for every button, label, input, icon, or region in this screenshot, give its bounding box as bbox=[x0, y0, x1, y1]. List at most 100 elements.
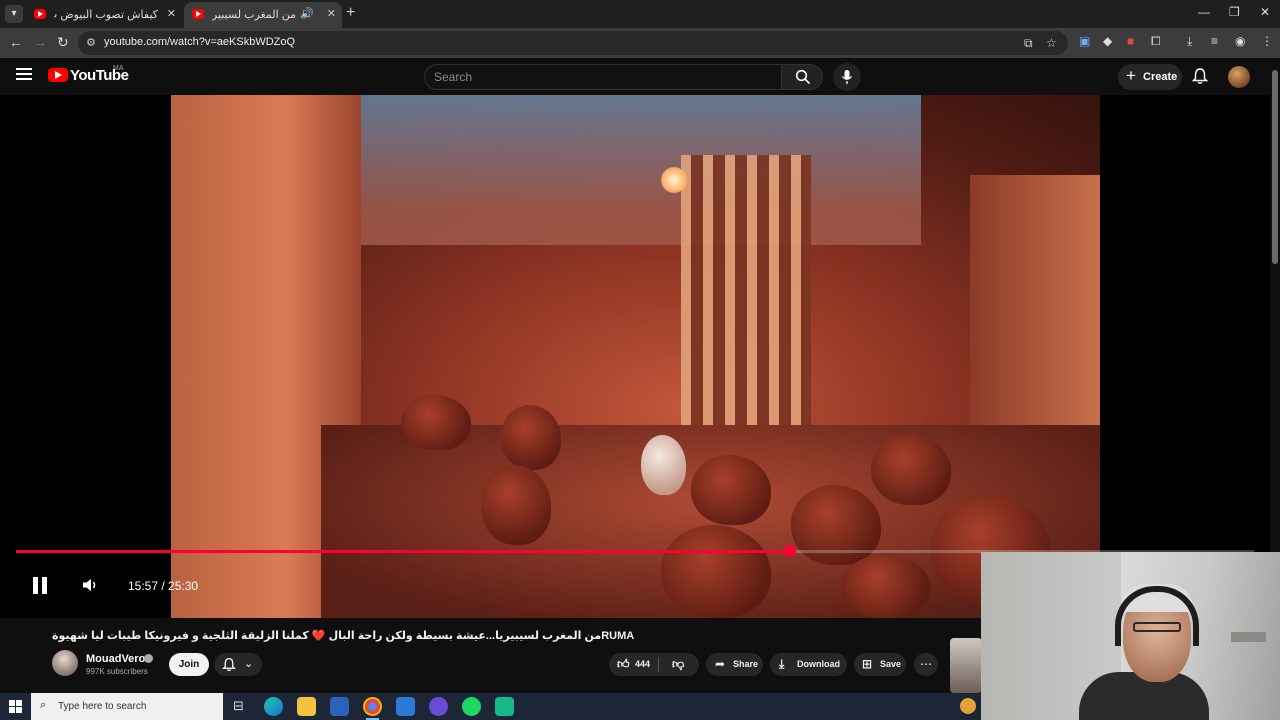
youtube-favicon-icon bbox=[192, 9, 204, 19]
download-label: Download bbox=[797, 659, 840, 669]
save-label: Save bbox=[880, 659, 902, 669]
voice-search-button[interactable] bbox=[833, 63, 861, 91]
thumbs-down-icon: 👎︎ bbox=[672, 657, 685, 671]
tray-weather-icon[interactable] bbox=[960, 698, 976, 714]
save-button[interactable]: ⊞ Save bbox=[854, 653, 906, 676]
close-tab-icon[interactable]: ✕ bbox=[327, 7, 336, 20]
region-code: MA bbox=[113, 65, 124, 72]
more-actions-button[interactable]: ⋯ bbox=[914, 653, 938, 676]
file-explorer-icon[interactable] bbox=[297, 697, 316, 716]
microphone-icon bbox=[841, 70, 853, 84]
notifications-bell-icon[interactable] bbox=[1192, 67, 1208, 85]
channel-avatar[interactable] bbox=[52, 650, 78, 676]
chevron-down-icon: ⌄ bbox=[244, 658, 254, 670]
search-button[interactable] bbox=[781, 64, 823, 90]
video-title: من المغرب لسيبيريا...عيشة بسيطة ولكن راح… bbox=[52, 629, 634, 642]
share-label: Share bbox=[733, 659, 759, 669]
mail-icon[interactable] bbox=[396, 697, 415, 716]
subscribed-bell-icon bbox=[222, 658, 236, 672]
progress-played bbox=[16, 550, 790, 553]
verified-badge-icon bbox=[144, 654, 153, 663]
taskbar-search-placeholder: Type here to search bbox=[58, 701, 147, 712]
guide-menu-icon[interactable] bbox=[16, 68, 32, 80]
minimize-icon[interactable]: — bbox=[1198, 5, 1210, 19]
url-text[interactable]: youtube.com/watch?v=aeKSkbWDZoQ bbox=[104, 36, 295, 48]
profile-icon[interactable]: ◉ bbox=[1235, 34, 1245, 48]
reload-icon[interactable]: ↻ bbox=[57, 34, 69, 51]
tab-audio-icon[interactable]: 🔊 bbox=[300, 7, 314, 20]
webcam-overlay bbox=[981, 552, 1280, 720]
browser-tab-2[interactable]: من المغرب لسيبيريا...عيشة بـ 🔊 ✕ bbox=[184, 2, 342, 28]
create-label: Create bbox=[1143, 71, 1178, 83]
edge-icon[interactable] bbox=[264, 697, 283, 716]
search-input[interactable] bbox=[425, 65, 781, 89]
share-arrow-icon: ➦ bbox=[715, 657, 726, 671]
progress-scrubber[interactable] bbox=[784, 545, 796, 557]
back-icon[interactable]: ← bbox=[9, 34, 23, 50]
video-player[interactable]: 15:57 / 25:30 bbox=[0, 95, 1270, 618]
video-title-prefix: RUMA bbox=[601, 630, 635, 642]
store-icon[interactable] bbox=[330, 697, 349, 716]
download-button[interactable]: ⤓ Download bbox=[770, 653, 847, 676]
downloads-icon[interactable]: ⤓ bbox=[1187, 34, 1192, 49]
task-view-icon[interactable]: ⊟ bbox=[233, 698, 244, 714]
related-video-thumbnail[interactable] bbox=[950, 638, 982, 693]
video-title-text: من المغرب لسيبيريا...عيشة بسيطة ولكن راح… bbox=[52, 630, 602, 642]
search-icon: ⌕ bbox=[40, 699, 47, 711]
youtube-play-logo-icon bbox=[48, 68, 68, 82]
spotify-icon[interactable] bbox=[462, 697, 481, 716]
browser-tab-strip: ▾ كيفاش تصوب البيوض ب الاعشاب... ✕ من ال… bbox=[0, 0, 1280, 28]
share-button[interactable]: ➦ Share bbox=[706, 653, 763, 676]
volume-icon[interactable] bbox=[82, 577, 100, 593]
page-scrollbar[interactable] bbox=[1272, 70, 1278, 264]
like-count: 444 bbox=[635, 659, 651, 669]
extension-red-icon[interactable]: ■ bbox=[1127, 34, 1134, 48]
subscriber-count: 997K subscribers bbox=[86, 667, 148, 676]
time-display: 15:57 / 25:30 bbox=[128, 579, 199, 593]
forward-icon[interactable]: → bbox=[33, 34, 47, 50]
video-frame bbox=[171, 95, 1100, 618]
taskbar-search[interactable]: ⌕ Type here to search bbox=[31, 693, 223, 720]
account-avatar[interactable] bbox=[1228, 66, 1250, 88]
restore-icon[interactable]: ❐ bbox=[1229, 5, 1240, 19]
windows-taskbar: ⌕ Type here to search ⊟ bbox=[0, 693, 981, 720]
create-button[interactable]: + Create bbox=[1118, 64, 1182, 90]
browser-toolbar: ← → ↻ ⚙ youtube.com/watch?v=aeKSkbWDZoQ … bbox=[0, 28, 1280, 58]
thumbs-up-icon: 👍︎ bbox=[617, 657, 630, 671]
channel-name[interactable]: MouadVero bbox=[86, 653, 145, 665]
windows-start-icon[interactable] bbox=[9, 700, 22, 713]
site-info-icon[interactable]: ⚙ bbox=[86, 36, 96, 49]
tab-search-chevron-icon[interactable]: ▾ bbox=[5, 5, 23, 23]
save-playlist-icon: ⊞ bbox=[862, 657, 873, 671]
tab-title: كيفاش تصوب البيوض ب الاعشاب... bbox=[54, 9, 158, 21]
youtube-favicon-icon bbox=[34, 9, 46, 19]
search-box[interactable] bbox=[424, 64, 782, 90]
pause-button[interactable] bbox=[33, 577, 47, 594]
like-button[interactable]: 👍︎ 444 bbox=[609, 653, 658, 676]
messenger-icon[interactable] bbox=[429, 697, 448, 716]
like-dislike-group: 👍︎ 444 👎︎ bbox=[609, 653, 699, 676]
youtube-masthead: YouTube MA + Create bbox=[0, 58, 1280, 95]
join-button[interactable]: Join bbox=[169, 653, 209, 676]
close-tab-icon[interactable]: ✕ bbox=[167, 7, 176, 20]
translate-extension-icon[interactable]: ▣ bbox=[1079, 34, 1090, 48]
dislike-button[interactable]: 👎︎ bbox=[659, 653, 699, 676]
browser-menu-icon[interactable]: ⋮ bbox=[1261, 34, 1273, 48]
bookmark-star-icon[interactable]: ☆ bbox=[1046, 36, 1057, 50]
address-bar[interactable]: ⚙ youtube.com/watch?v=aeKSkbWDZoQ ⧉ ☆ bbox=[78, 31, 1068, 55]
window-close-icon[interactable]: ✕ bbox=[1260, 5, 1270, 19]
notifications-dropdown-button[interactable]: ⌄ bbox=[214, 653, 262, 676]
extensions-puzzle-icon[interactable]: ⧠ bbox=[1151, 34, 1161, 49]
extension-diamond-icon[interactable]: ◆ bbox=[1103, 34, 1112, 48]
plus-icon: + bbox=[1126, 66, 1136, 85]
install-app-icon[interactable]: ⧉ bbox=[1024, 36, 1033, 51]
download-icon: ⤓ bbox=[779, 657, 785, 671]
app-icon[interactable] bbox=[495, 697, 514, 716]
new-tab-icon[interactable]: + bbox=[346, 4, 355, 22]
chrome-icon[interactable] bbox=[363, 697, 382, 720]
tab-title: من المغرب لسيبيريا...عيشة بـ bbox=[212, 9, 296, 21]
search-icon bbox=[795, 69, 811, 85]
heat-lamp bbox=[661, 167, 687, 193]
browser-tab-1[interactable]: كيفاش تصوب البيوض ب الاعشاب... ✕ bbox=[26, 2, 182, 28]
media-control-icon[interactable]: ≡ bbox=[1211, 34, 1218, 48]
